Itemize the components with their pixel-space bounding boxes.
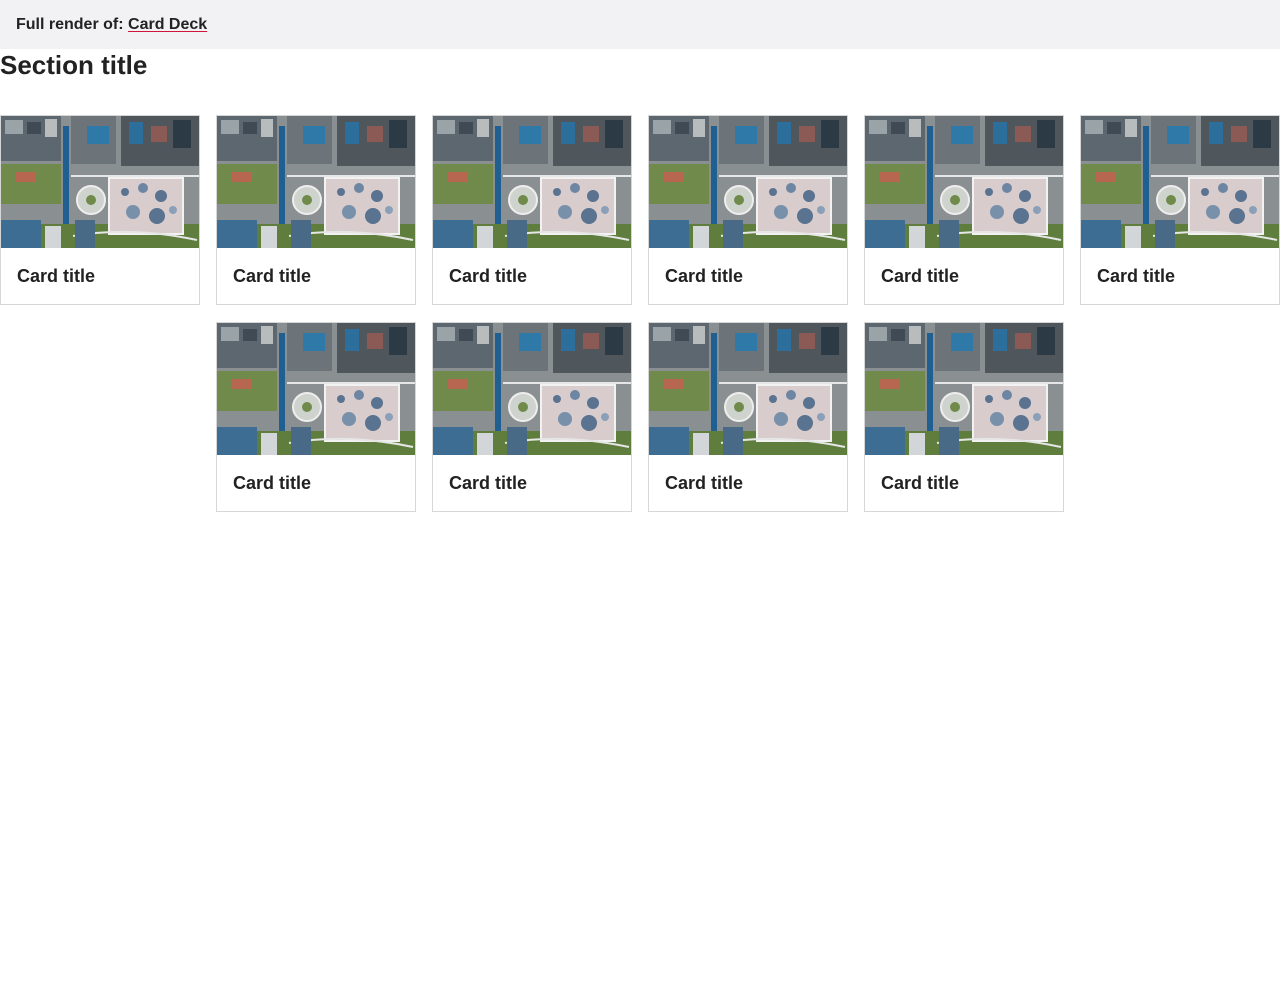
card-image <box>649 116 847 248</box>
card[interactable]: Card title <box>648 115 848 305</box>
card-title: Card title <box>17 266 96 286</box>
card-image <box>217 323 415 455</box>
card-title: Card title <box>1097 266 1176 286</box>
aerial-photo-icon <box>217 323 415 455</box>
aerial-photo-icon <box>433 116 631 248</box>
render-prefix: Full render of: <box>16 16 124 33</box>
aerial-photo-icon <box>649 116 847 248</box>
card[interactable]: Card title <box>864 115 1064 305</box>
card-image <box>217 116 415 248</box>
aerial-photo-icon <box>433 323 631 455</box>
card[interactable]: Card title <box>432 322 632 512</box>
card-title: Card title <box>233 473 312 493</box>
card-image <box>433 323 631 455</box>
aerial-photo-icon <box>865 116 1063 248</box>
card-image <box>1081 116 1279 248</box>
card-title: Card title <box>665 266 744 286</box>
aerial-photo-icon <box>649 323 847 455</box>
card-image <box>865 116 1063 248</box>
card-deck-link[interactable]: Card Deck <box>128 16 207 33</box>
card[interactable]: Card title <box>1080 115 1280 305</box>
card-title: Card title <box>233 266 312 286</box>
card-deck: Card title Card title Card title Card ti… <box>0 115 1280 512</box>
aerial-photo-icon <box>217 116 415 248</box>
section-title: Section title <box>0 50 148 80</box>
top-bar: Full render of: Card Deck <box>0 0 1280 49</box>
card-title: Card title <box>881 473 960 493</box>
card-title: Card title <box>449 473 528 493</box>
card[interactable]: Card title <box>432 115 632 305</box>
card-title: Card title <box>665 473 744 493</box>
aerial-photo-icon <box>1 116 199 248</box>
card-image <box>865 323 1063 455</box>
aerial-photo-icon <box>865 323 1063 455</box>
aerial-photo-icon <box>1081 116 1279 248</box>
card-image <box>649 323 847 455</box>
card-image <box>433 116 631 248</box>
card[interactable]: Card title <box>216 322 416 512</box>
card-image <box>1 116 199 248</box>
card-title: Card title <box>881 266 960 286</box>
card[interactable]: Card title <box>0 115 200 305</box>
card[interactable]: Card title <box>864 322 1064 512</box>
card-title: Card title <box>449 266 528 286</box>
card[interactable]: Card title <box>216 115 416 305</box>
card[interactable]: Card title <box>648 322 848 512</box>
